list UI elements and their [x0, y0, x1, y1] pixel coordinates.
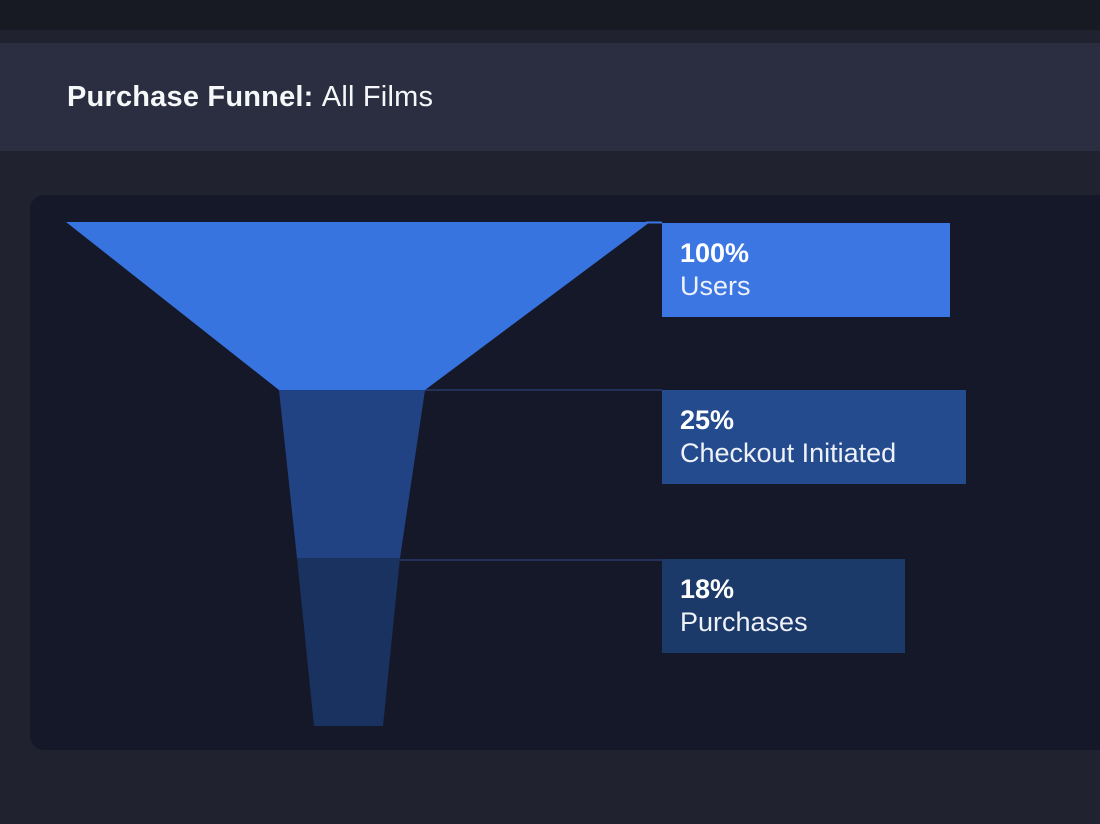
stage-percent: 100%	[680, 238, 750, 268]
stage-percent: 25%	[680, 405, 735, 435]
funnel-label-users[interactable]: 100% Users	[662, 223, 950, 317]
stage-name: Checkout Initiated	[680, 438, 897, 468]
funnel-segment-checkout-initiated[interactable]	[279, 390, 425, 558]
funnel-segment-users[interactable]	[66, 222, 650, 390]
stage-name: Purchases	[680, 607, 808, 637]
stage-name: Users	[680, 271, 751, 301]
funnel-label-purchases[interactable]: 18% Purchases	[662, 559, 905, 653]
stage-percent: 18%	[680, 574, 735, 604]
funnel-label-checkout-initiated[interactable]: 25% Checkout Initiated	[662, 390, 966, 484]
screen: Purchase Funnel: All Films 100% Users 25…	[0, 0, 1100, 824]
funnel-segment-purchases[interactable]	[297, 558, 400, 726]
